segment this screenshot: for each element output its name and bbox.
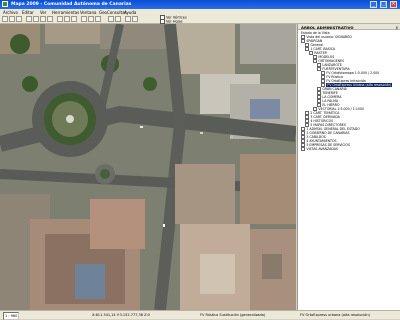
maximize-button[interactable]: □ bbox=[380, 1, 387, 8]
pan-icon[interactable] bbox=[40, 16, 46, 22]
minimize-button[interactable]: _ bbox=[370, 1, 377, 8]
close-button[interactable]: × bbox=[390, 1, 397, 8]
coordinates-readout: X:611.341,14 Y:3.152.777,38 Z:0 bbox=[92, 313, 150, 317]
forward-icon[interactable] bbox=[115, 16, 121, 22]
measure-icon[interactable] bbox=[64, 16, 70, 22]
help-icon[interactable] bbox=[95, 16, 101, 22]
checkbox-icon[interactable] bbox=[301, 147, 306, 152]
layers-icon[interactable] bbox=[88, 16, 94, 22]
status-bar: 1 : 960 X:611.341,14 Y:3.152.777,38 Z:0 … bbox=[0, 310, 400, 320]
toolbar: Ver Vértices Ver Hojas bbox=[0, 15, 400, 24]
panel-title: ÁRBOL ADMINISTRATIVO bbox=[301, 25, 354, 30]
refresh-icon[interactable] bbox=[125, 16, 131, 22]
new-icon[interactable] bbox=[2, 16, 8, 22]
select-icon[interactable] bbox=[57, 16, 63, 22]
admin-tree-panel: ÁRBOL ADMINISTRATIVO x Estado de la Vist… bbox=[297, 24, 400, 310]
title-bar: Mapa 2009 - Comunidad Autónoma de Canari… bbox=[0, 0, 400, 9]
tree-item-label: VISTAS AVANZADAS bbox=[306, 147, 338, 152]
status-layer-b: FV OrtoExpress urbana (alta resolución) bbox=[300, 313, 370, 317]
aerial-image bbox=[0, 24, 296, 310]
status-layer-a: FV Rústica Sustitución (generalizado) bbox=[200, 313, 266, 317]
zoom-out-icon[interactable] bbox=[33, 16, 39, 22]
tree-item[interactable]: VISTAS AVANZADAS bbox=[301, 147, 338, 152]
info-icon[interactable] bbox=[71, 16, 77, 22]
app-icon bbox=[2, 1, 8, 7]
window-title: Mapa 2009 - Comunidad Autónoma de Canari… bbox=[11, 2, 132, 7]
panel-close-icon[interactable]: x bbox=[396, 25, 398, 30]
panel-header: ÁRBOL ADMINISTRATIVO x bbox=[298, 24, 400, 30]
save-icon[interactable] bbox=[16, 16, 22, 22]
open-icon[interactable] bbox=[9, 16, 15, 22]
full-extent-icon[interactable] bbox=[47, 16, 53, 22]
back-icon[interactable] bbox=[108, 16, 114, 22]
zoom-in-icon[interactable] bbox=[26, 16, 32, 22]
settings-icon[interactable] bbox=[132, 16, 138, 22]
print-icon[interactable] bbox=[81, 16, 87, 22]
map-view[interactable] bbox=[0, 24, 296, 310]
